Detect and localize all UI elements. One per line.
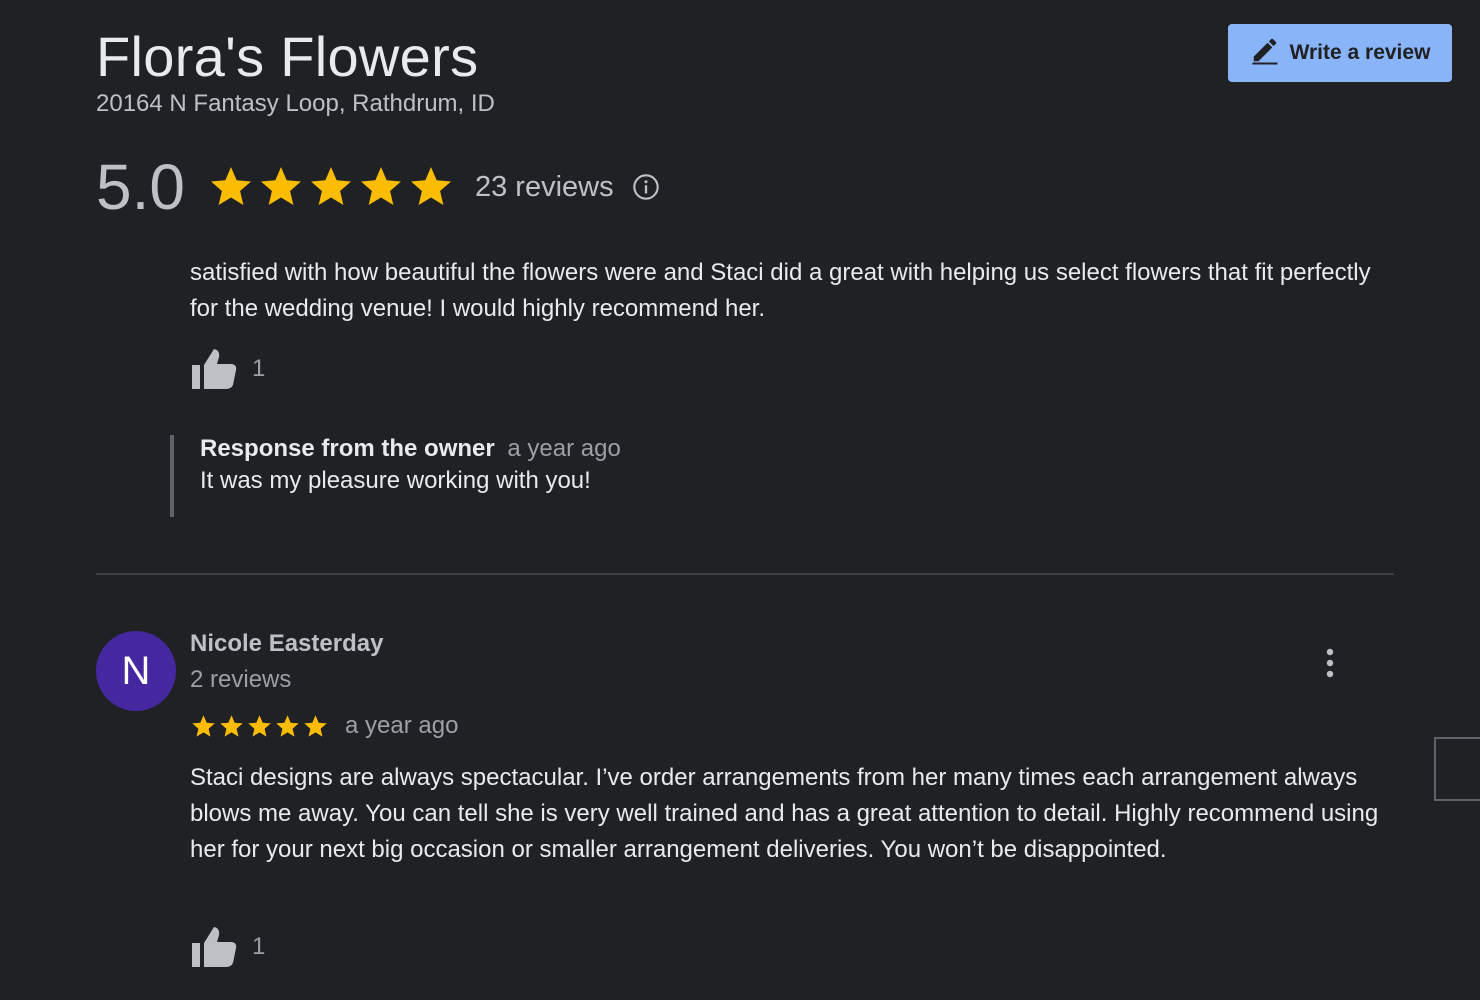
star-icon (310, 167, 351, 205)
place-address: 20164 N Fantasy Loop, Rathdrum, ID (96, 90, 495, 117)
star-icon (410, 167, 451, 205)
write-review-button[interactable]: Write a review (1228, 24, 1452, 82)
like-button[interactable]: 1 (190, 925, 265, 969)
star-icon (210, 167, 251, 205)
like-button[interactable]: 1 (190, 347, 265, 391)
reviewer-name[interactable]: Nicole Easterday (190, 630, 383, 658)
rating-stars (207, 163, 455, 211)
average-rating: 5.0 (96, 151, 185, 223)
review-divider (96, 573, 1394, 575)
review-meta: a year ago (190, 712, 458, 740)
thumbs-up-icon (192, 927, 237, 967)
pencil-icon (1250, 35, 1280, 71)
side-panel-tab[interactable] (1434, 737, 1480, 801)
star-icon (248, 714, 271, 737)
write-review-label: Write a review (1289, 41, 1431, 64)
more-options-icon[interactable] (1316, 646, 1344, 680)
review-stars (190, 713, 329, 740)
owner-response: Response from the owner a year ago It wa… (170, 435, 621, 517)
page-title: Flora's Flowers (96, 25, 479, 88)
reviewer-review-count: 2 reviews (190, 666, 292, 693)
avatar[interactable]: N (96, 631, 176, 711)
review-text: Staci designs are always spectacular. I’… (190, 764, 1379, 863)
star-icon (192, 714, 215, 737)
review-time: a year ago (345, 712, 459, 739)
star-icon (260, 167, 301, 205)
star-icon (276, 714, 299, 737)
reviews-count-link[interactable]: 23 reviews (475, 171, 614, 204)
like-count: 1 (252, 933, 266, 960)
review-text: satisfied with how beautiful the flowers… (190, 259, 1371, 322)
star-icon (360, 167, 401, 205)
like-count: 1 (252, 355, 266, 382)
owner-response-time: a year ago (507, 435, 621, 462)
rating-summary: 5.0 23 reviews (96, 150, 660, 224)
star-icon (304, 714, 327, 737)
owner-response-label: Response from the owner (200, 435, 495, 462)
star-icon (220, 714, 243, 737)
info-icon[interactable] (632, 173, 660, 201)
thumbs-up-icon (192, 349, 237, 389)
owner-response-text: It was my pleasure working with you! (200, 467, 591, 494)
